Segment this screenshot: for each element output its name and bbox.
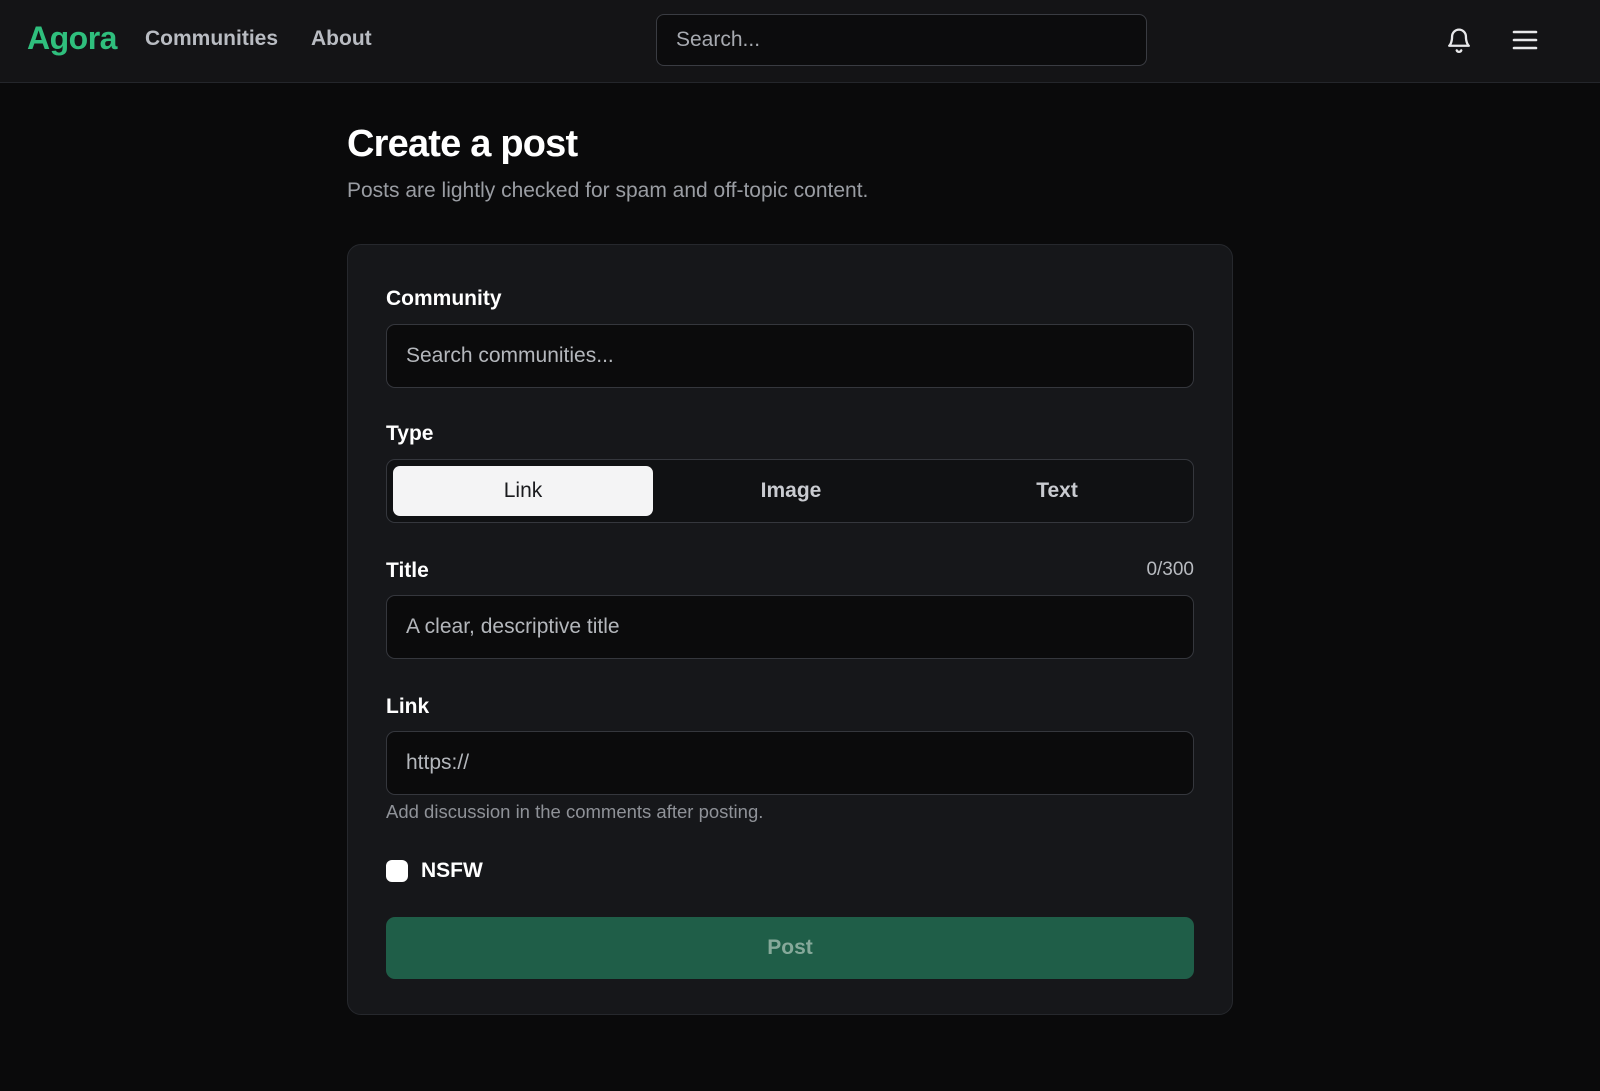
nav-link-about[interactable]: About xyxy=(311,27,372,51)
create-post-form-card: Community Type Link Image Text Title 0/3… xyxy=(347,244,1233,1015)
brand-logo-link[interactable]: Agora xyxy=(27,20,117,57)
bell-icon xyxy=(1448,28,1470,53)
nsfw-label: NSFW xyxy=(421,859,483,882)
community-search-input[interactable] xyxy=(386,324,1194,388)
page-subtitle: Posts are lightly checked for spam and o… xyxy=(347,179,869,202)
global-search-input[interactable] xyxy=(656,14,1147,66)
submit-post-button[interactable]: Post xyxy=(386,917,1194,979)
title-label: Title xyxy=(386,559,429,582)
link-label: Link xyxy=(386,695,430,718)
page-title: Create a post xyxy=(347,123,578,165)
title-input[interactable] xyxy=(386,595,1194,659)
nav-link-communities[interactable]: Communities xyxy=(145,27,278,51)
post-type-image-option[interactable]: Image xyxy=(661,466,921,516)
post-type-text-option[interactable]: Text xyxy=(927,466,1187,516)
nsfw-checkbox[interactable] xyxy=(386,860,408,882)
link-helper-text: Add discussion in the comments after pos… xyxy=(386,801,764,822)
notifications-button[interactable] xyxy=(1441,22,1477,58)
community-label: Community xyxy=(386,287,502,310)
main-menu-button[interactable] xyxy=(1507,22,1543,58)
title-character-counter: 0/300 xyxy=(1146,559,1194,580)
link-url-input[interactable] xyxy=(386,731,1194,795)
nsfw-toggle-row: NSFW xyxy=(386,859,483,883)
post-type-segmented-control: Link Image Text xyxy=(386,459,1194,523)
post-type-link-option[interactable]: Link xyxy=(393,466,653,516)
hamburger-menu-icon xyxy=(1512,30,1538,50)
top-nav-bar: Agora Communities About xyxy=(0,0,1600,83)
type-label: Type xyxy=(386,422,434,445)
